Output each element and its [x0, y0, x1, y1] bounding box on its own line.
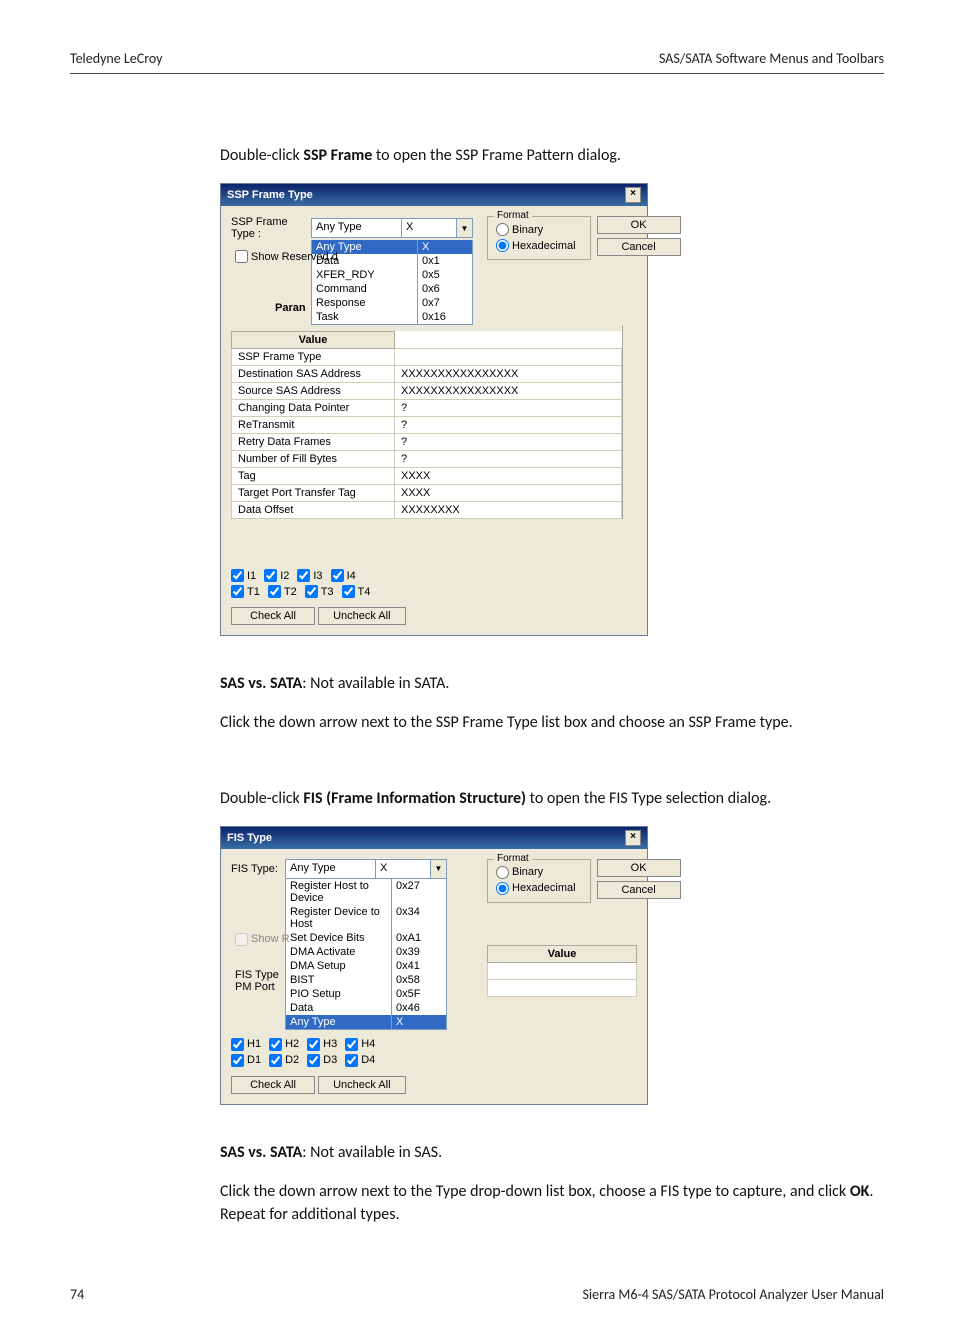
ssp-frame-type-combo[interactable]: Any Type X ▼ [311, 218, 473, 238]
dropdown-option[interactable]: Set Device Bits0xA1 [286, 931, 446, 945]
param-label: PM Port [235, 981, 279, 993]
chevron-down-icon[interactable]: ▼ [430, 860, 446, 878]
port-checkbox[interactable]: H2 [269, 1038, 299, 1051]
port-checkbox[interactable]: I3 [297, 569, 322, 582]
ssp-frame-type-label: SSP Frame Type : [231, 216, 305, 240]
param-row[interactable]: SSP Frame Type [232, 349, 622, 366]
cancel-button[interactable]: Cancel [597, 881, 681, 899]
ssp-show-reserved[interactable]: Show Reserved d [235, 250, 338, 263]
port-checkbox[interactable]: H4 [345, 1038, 375, 1051]
header-right: SAS/SATA Software Menus and Toolbars [659, 50, 884, 67]
format-binary[interactable]: Binary [496, 866, 543, 879]
port-checkbox[interactable]: T2 [268, 585, 297, 598]
close-icon[interactable]: × [625, 187, 641, 203]
dropdown-option[interactable]: XFER_RDY0x5 [312, 268, 472, 282]
page-header: Teledyne LeCroy SAS/SATA Software Menus … [70, 50, 884, 67]
param-row[interactable]: ReTransmit? [232, 417, 622, 434]
dropdown-option[interactable]: Task0x16 [312, 310, 472, 324]
param-label: FIS Type [235, 969, 279, 981]
param-row[interactable]: TagXXXX [232, 468, 622, 485]
port-checkbox[interactable]: T4 [342, 585, 371, 598]
port-checkbox[interactable]: I4 [331, 569, 356, 582]
para-sas-vs-sata-2: SAS vs. SATA: Not available in SAS. [220, 1141, 884, 1164]
port-checkbox[interactable]: H1 [231, 1038, 261, 1051]
format-hex[interactable]: Hexadecimal [496, 882, 576, 895]
dialog-title: FIS Type × [221, 827, 647, 849]
footer-manual-title: Sierra M6-4 SAS/SATA Protocol Analyzer U… [582, 1286, 884, 1303]
uncheck-all-button[interactable]: Uncheck All [318, 1076, 405, 1094]
scrollbar[interactable] [622, 325, 637, 519]
ssp-ports-initiator: I1 I2 I3 I4 [231, 569, 637, 585]
port-checkbox[interactable]: D2 [269, 1054, 299, 1067]
dropdown-option[interactable]: Register Device to Host0x34 [286, 905, 446, 931]
param-row[interactable]: Retry Data Frames? [232, 434, 622, 451]
dropdown-option[interactable]: Any TypeX [286, 1015, 446, 1029]
port-checkbox[interactable]: T1 [231, 585, 260, 598]
ok-button[interactable]: OK [597, 216, 681, 234]
fis-type-options[interactable]: Register Host to Device0x27Register Devi… [285, 879, 447, 1030]
port-checkbox[interactable]: I1 [231, 569, 256, 582]
cancel-button[interactable]: Cancel [597, 238, 681, 256]
fis-show-reserved[interactable]: Show R [235, 933, 290, 946]
param-row[interactable]: Number of Fill Bytes? [232, 451, 622, 468]
format-group-title: Format [494, 210, 532, 221]
page-number: 74 [70, 1286, 84, 1303]
param-row[interactable]: Source SAS AddressXXXXXXXXXXXXXXXX [232, 383, 622, 400]
value-column-header: Value [232, 332, 395, 349]
format-hex[interactable]: Hexadecimal [496, 239, 576, 252]
dropdown-option[interactable]: DMA Setup0x41 [286, 959, 446, 973]
header-rule [70, 73, 884, 74]
ok-button[interactable]: OK [597, 859, 681, 877]
dropdown-option[interactable]: Command0x6 [312, 282, 472, 296]
dropdown-option[interactable]: BIST0x58 [286, 973, 446, 987]
dropdown-option[interactable]: PIO Setup0x5F [286, 987, 446, 1001]
format-binary[interactable]: Binary [496, 223, 543, 236]
param-row[interactable]: Destination SAS AddressXXXXXXXXXXXXXXXX [232, 366, 622, 383]
fis-type-combo[interactable]: Any Type X ▼ [285, 859, 447, 879]
param-row[interactable]: Target Port Transfer TagXXXX [232, 485, 622, 502]
format-group-title: Format [494, 853, 532, 864]
fis-side-row-labels: FIS TypePM Port [235, 969, 279, 993]
value-column-header: Value [488, 945, 637, 962]
port-checkbox[interactable]: I2 [264, 569, 289, 582]
dialog-ssp-frame-type: SSP Frame Type × SSP Frame Type : Any Ty… [220, 183, 648, 636]
dropdown-option[interactable]: DMA Activate0x39 [286, 945, 446, 959]
chevron-down-icon[interactable]: ▼ [456, 219, 472, 237]
uncheck-all-button[interactable]: Uncheck All [318, 607, 405, 625]
port-checkbox[interactable]: T3 [305, 585, 334, 598]
dropdown-option[interactable]: Response0x7 [312, 296, 472, 310]
check-all-button[interactable]: Check All [231, 607, 315, 625]
dropdown-option[interactable]: Register Host to Device0x27 [286, 879, 446, 905]
page-footer: 74 Sierra M6-4 SAS/SATA Protocol Analyze… [70, 1286, 884, 1303]
param-row[interactable]: Data OffsetXXXXXXXX [232, 502, 622, 519]
port-checkbox[interactable]: D4 [345, 1054, 375, 1067]
fis-type-label: FIS Type: [231, 863, 279, 875]
para-sas-vs-sata-1: SAS vs. SATA: Not available in SATA. [220, 672, 884, 695]
fis-ports-device: D1 D2 D3 D4 [231, 1054, 637, 1070]
dropdown-option[interactable]: Data0x46 [286, 1001, 446, 1015]
fis-ports-host: H1 H2 H3 H4 [231, 1038, 637, 1054]
port-checkbox[interactable]: H3 [307, 1038, 337, 1051]
para-fis-intro: Double-click FIS (Frame Information Stru… [220, 787, 884, 810]
close-icon[interactable]: × [625, 830, 641, 846]
dialog-title: SSP Frame Type × [221, 184, 647, 206]
para-ssp-instruction: Click the down arrow next to the SSP Fra… [220, 711, 884, 734]
port-checkbox[interactable]: D1 [231, 1054, 261, 1067]
dialog-fis-type: FIS Type × FIS Type: Any Type X ▼ Regist… [220, 826, 648, 1105]
ssp-ports-target: T1 T2 T3 T4 [231, 585, 637, 601]
header-left: Teledyne LeCroy [70, 50, 163, 67]
para-fis-instruction: Click the down arrow next to the Type dr… [220, 1180, 884, 1226]
para-ssp-intro: Double-click SSP Frame to open the SSP F… [220, 144, 884, 167]
param-row[interactable]: Changing Data Pointer? [232, 400, 622, 417]
check-all-button[interactable]: Check All [231, 1076, 315, 1094]
port-checkbox[interactable]: D3 [307, 1054, 337, 1067]
